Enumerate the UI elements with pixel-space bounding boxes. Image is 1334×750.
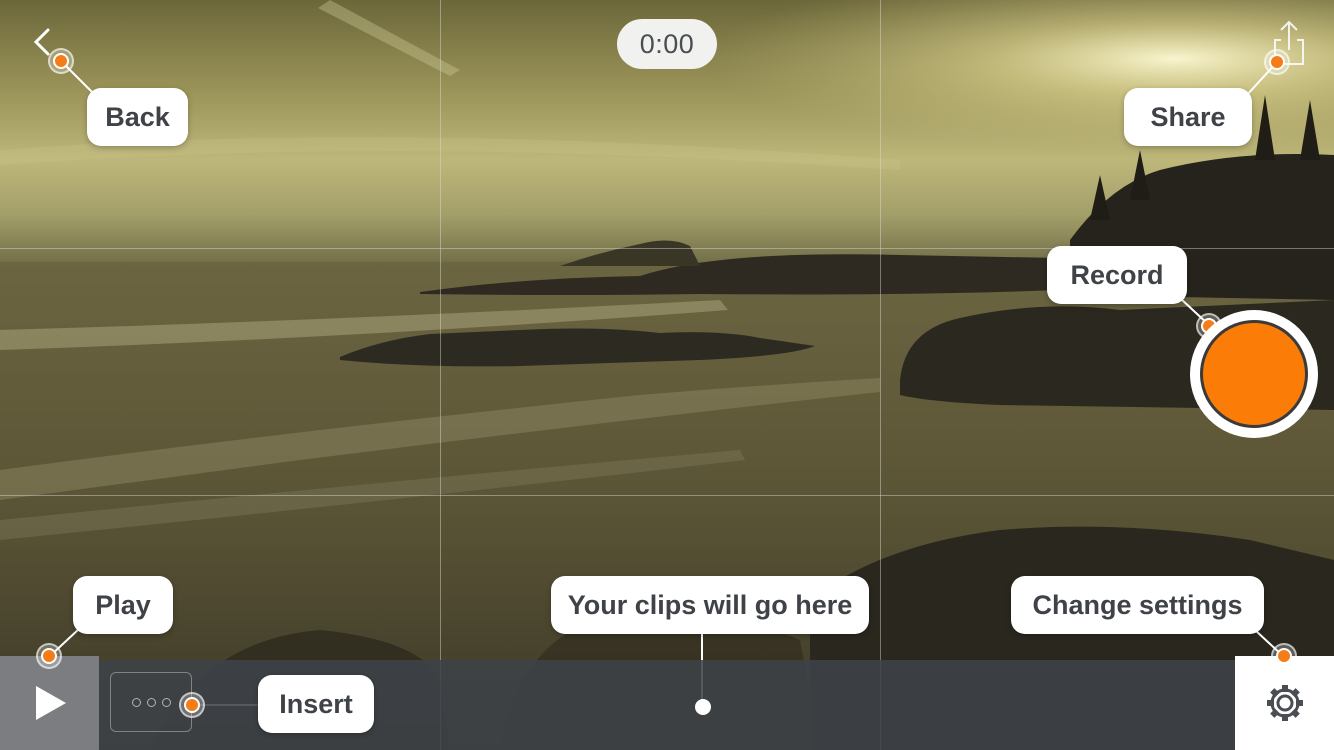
tooltip-settings: Change settings: [1011, 576, 1264, 634]
play-icon: [35, 686, 66, 720]
hint-dot-insert: [179, 692, 205, 718]
settings-button[interactable]: [1235, 656, 1334, 750]
tooltip-share: Share: [1124, 88, 1252, 146]
hint-dot-back: [48, 48, 74, 74]
record-button[interactable]: [1190, 310, 1318, 438]
recording-timer: 0:00: [617, 19, 717, 69]
camera-viewfinder: Back 0:00 Share Record Play Insert Your …: [0, 0, 1334, 750]
clips-area-marker: [695, 699, 711, 715]
tooltip-record: Record: [1047, 246, 1187, 304]
hint-dot-share: [1264, 49, 1290, 75]
hint-dot-settings: [1271, 643, 1297, 669]
placeholder-dot-icon: [161, 697, 171, 707]
tooltip-clips: Your clips will go here: [551, 576, 869, 634]
grid-line-vertical-2: [880, 0, 881, 750]
placeholder-dot-icon: [131, 697, 141, 707]
grid-line-vertical-1: [440, 0, 441, 750]
tooltip-insert: Insert: [258, 675, 374, 733]
grid-line-horizontal-2: [0, 495, 1334, 496]
hint-dot-play: [36, 643, 62, 669]
gear-icon: [1266, 685, 1303, 721]
record-icon: [1200, 320, 1308, 428]
tooltip-back: Back: [87, 88, 188, 146]
play-button[interactable]: [0, 656, 99, 750]
placeholder-dot-icon: [146, 697, 156, 707]
tooltip-play: Play: [73, 576, 173, 634]
